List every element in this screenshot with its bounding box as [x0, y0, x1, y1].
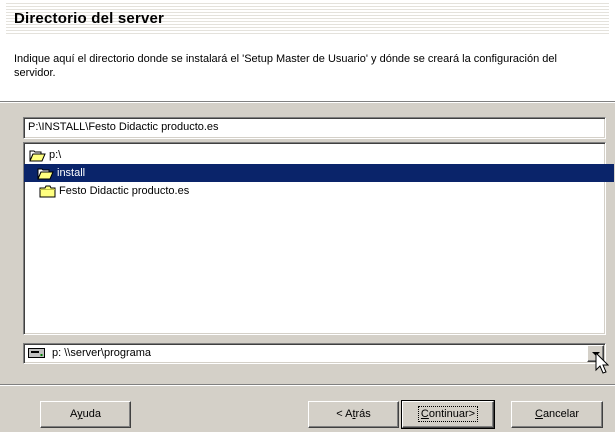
header-panel: Directorio del server Indique aquí el di… — [0, 0, 615, 101]
help-button[interactable]: Ayuda — [40, 401, 131, 428]
tree-item-label: p:\ — [49, 149, 62, 161]
description-text: Indique aquí el directorio donde se inst… — [14, 53, 557, 79]
footer-divider-highlight — [0, 385, 615, 386]
tree-item-festo[interactable]: Festo Didactic producto.es — [26, 182, 605, 200]
mouse-cursor-icon — [595, 352, 609, 374]
drive-select[interactable]: p: \\server\programa — [23, 343, 606, 364]
cancel-label-post: ancelar — [542, 408, 580, 420]
tree-item-label: install — [57, 167, 86, 179]
back-label-post: rás — [355, 408, 371, 420]
tree-item-install[interactable]: install — [24, 164, 614, 182]
continue-button[interactable]: Continuar> — [401, 400, 495, 429]
tree-item-root[interactable]: p:\ — [26, 146, 605, 164]
continue-label-key: C — [420, 408, 429, 420]
cancel-label-key: C — [534, 408, 543, 420]
tree-item-label: Festo Didactic producto.es — [59, 185, 190, 197]
continue-label-post: ontinuar> — [428, 408, 476, 420]
network-drive-icon — [28, 348, 46, 359]
cancel-button[interactable]: Cancelar — [511, 401, 603, 428]
folder-icon — [38, 184, 56, 198]
help-label-post: uda — [82, 408, 101, 420]
back-button[interactable]: < Atrás — [308, 401, 399, 428]
back-label-pre: < A — [336, 408, 353, 420]
open-folder-icon — [36, 166, 54, 180]
folder-tree[interactable]: p:\ install Festo Didactic producto.es — [23, 142, 614, 335]
drive-select-value: p: \\server\programa — [52, 347, 152, 359]
page-title: Directorio del server — [14, 10, 165, 27]
open-folder-icon — [28, 148, 46, 162]
header-divider-highlight — [0, 102, 615, 103]
path-input[interactable]: P:\INSTALL\Festo Didactic producto.es — [23, 117, 606, 139]
